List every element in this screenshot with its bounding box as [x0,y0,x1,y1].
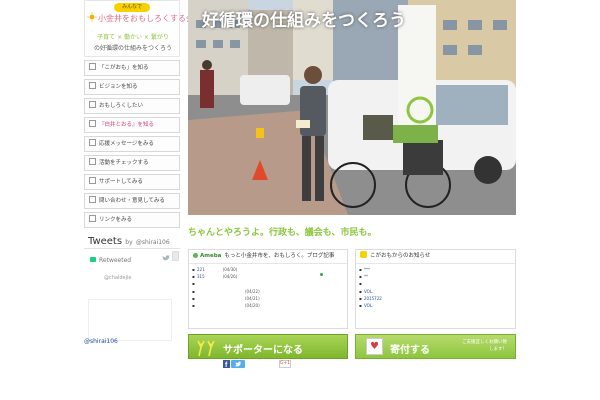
heart-icon: ♥ [370,341,379,352]
entry-title: VOL. [364,302,374,308]
tweets-by: by [125,239,133,246]
menu-item-contact[interactable]: 問い合わせ・意見してみる [84,193,180,209]
tweets-scrollbar[interactable] [172,251,179,261]
menu-item-omoshiroku[interactable]: おもしろくしたい [84,98,180,114]
logo-tagline: の好循環の仕組みをつくろう [93,45,172,52]
supporter-label: サポーターになる [223,345,303,356]
menu-item-activity[interactable]: 活動をチェックする [84,155,180,171]
twitter-bird-icon[interactable] [162,255,170,261]
entry-date: (04/30) [222,267,238,272]
retweet-icon [90,257,96,262]
ameba-blog-box: Amebaもっと小金井市を、おもしろく。ブログ記事 221 (04/30) 315… [188,249,348,329]
site-logo[interactable]: みんなで 小金井をおもしろくする会 子育て × 働かい × 繋がり の好循環の仕… [84,0,194,57]
tagline: ちゃんとやろうよ。行政も、議会も、市民も。 [188,228,377,238]
tweets-title: Tweets [88,236,123,247]
checkbox-icon [89,120,96,127]
menu-item-messages[interactable]: 応援メッセージをみる [84,136,180,152]
entry-date: (04/21) [245,295,260,301]
menu-item-label: 問い合わせ・意見してみる [99,198,165,204]
menu-item-label: リンクをみる [99,217,133,223]
logo-title: 小金井をおもしろくする会 [98,14,194,23]
logo-badge: みんなで [114,3,150,12]
list-item[interactable] [356,280,515,287]
menu-item-support[interactable]: サポートしてみる [84,174,180,190]
ameba-label: Ameba [200,253,222,259]
menu-item-links[interactable]: リンクをみる [84,212,180,228]
checkbox-icon [89,196,96,203]
list-item[interactable]: 2015722 [356,295,515,302]
checkbox-icon [89,101,96,108]
retweet-label: Retweeted [99,257,132,264]
kogaomo-icon [360,251,367,258]
tweet-author[interactable]: @chaidejie [104,275,131,281]
logo-subtitle: 子育て × 働かい × 繋がり [97,34,169,41]
menu-item-about[interactable]: 「こがおも」を知る [84,60,180,76]
list-item[interactable]: 221 (04/30) [189,266,347,273]
hero-title: 好循環の仕組みをつくろう [202,11,406,31]
menu-item-label: 「こがおも」を知る [99,65,149,71]
menu-item-label: 『白井とおる』を知る [99,122,155,128]
checkbox-icon [89,158,96,165]
ameba-blog-header: Ameba もっと小金井市を、おもしろく。ブログ記事 [189,250,347,264]
list-item[interactable]: (04/21) [189,295,347,302]
list-item[interactable]: VOL. [356,302,515,309]
list-item[interactable]: VOL. [356,288,515,295]
donation-envelope-icon: ♥ [366,338,383,355]
svg-text:f: f [225,362,228,368]
tweets-header: Tweets by @shirai106 [88,236,170,247]
checkbox-icon [89,82,96,89]
donate-label: 寄付する [390,345,430,356]
menu-item-shirai[interactable]: 『白井とおる』を知る [84,117,180,133]
news-box: こがおもからのお知らせ *** ** VOL. 2015722 VOL. [355,249,516,329]
list-item[interactable]: *** [356,266,515,273]
cheering-people-icon [197,340,215,357]
donate-note: ご支援宜しくお願い致します！ [462,340,507,352]
checkbox-icon [89,215,96,222]
twitter-share-button[interactable] [231,360,245,368]
facebook-share-button[interactable]: f [223,360,230,368]
checkbox-icon [89,177,96,184]
sidebar-menu: 「こがおも」を知る ビジョンを知る おもしろくしたい 『白井とおる』を知る 応援… [84,60,180,231]
menu-item-label: サポートしてみる [99,179,143,185]
list-item[interactable] [189,280,347,287]
checkbox-icon [89,63,96,70]
retweet-status: Retweeted [90,257,131,264]
tweet-media [88,299,172,341]
menu-item-label: 応援メッセージをみる [99,141,154,147]
entry-title: 315 [197,274,205,280]
hero-photo: 好循環の仕組みをつくろう [188,0,516,215]
street-scene-image [188,0,516,215]
entry-title: *** [364,267,370,272]
entry-title: VOL. [364,288,374,294]
entry-title: 221 [197,267,205,272]
tweets-timeline[interactable]: Retweeted @chaidejie [84,248,180,343]
google-plus-button[interactable]: G+1 [279,360,291,368]
checkbox-icon [89,139,96,146]
entry-title: ** [364,274,368,280]
menu-item-vision[interactable]: ビジョンを知る [84,79,180,95]
list-item[interactable]: (04/22) [189,288,347,295]
become-supporter-button[interactable]: サポーターになる [188,334,348,359]
list-item[interactable]: (04/20) [189,302,347,309]
twitter-icon [235,361,242,367]
menu-item-label: 活動をチェックする [99,160,149,166]
list-item[interactable]: 315 (04/26) [189,273,347,280]
donate-button[interactable]: ♥ 寄付する ご支援宜しくお願い致します！ [355,334,516,359]
menu-item-label: ビジョンを知る [99,84,138,90]
ameba-icon [193,253,198,258]
tweets-handle-link[interactable]: @shirai106 [136,239,170,246]
news-title: こがおもからのお知らせ [370,253,431,259]
entry-date: (04/22) [245,288,260,294]
list-item[interactable]: ** [356,273,515,280]
news-header: こがおもからのお知らせ [356,250,515,264]
menu-item-label: おもしろくしたい [99,103,144,109]
facebook-icon: f [225,362,228,368]
tweets-footer-link[interactable]: @shirai106 [84,338,118,345]
entry-title: 2015722 [364,295,382,301]
new-indicator-icon [320,273,323,276]
entry-date: (04/26) [222,274,238,280]
ameba-blog-title: もっと小金井市を、おもしろく。ブログ記事 [224,253,335,259]
entry-date: (04/20) [245,302,260,308]
